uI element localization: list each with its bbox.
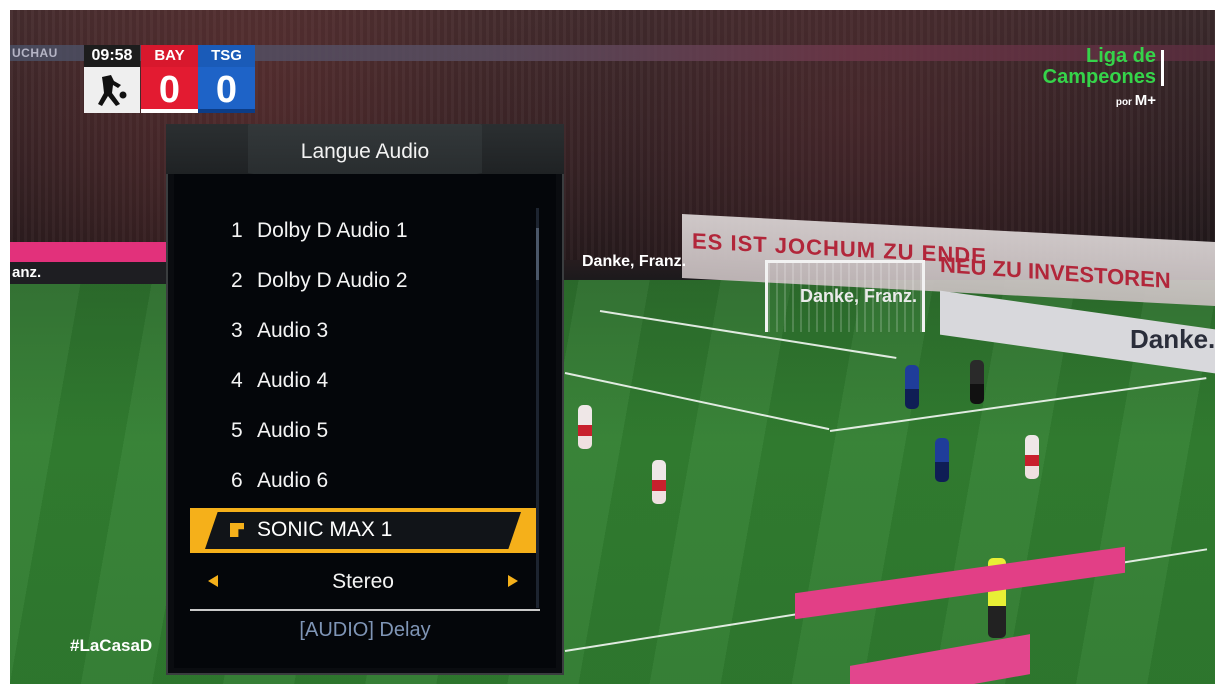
bundesliga-logo-icon	[84, 67, 140, 113]
pink-ad-board-left	[10, 242, 170, 262]
ad-board-text: anz.	[12, 264, 42, 281]
channel-provider-por: por	[1115, 97, 1132, 108]
match-clock: 09:58	[84, 45, 140, 67]
channel-provider: por M+	[1018, 92, 1168, 109]
goalkeeper	[905, 365, 919, 409]
player	[935, 438, 949, 482]
channel-provider-brand: M+	[1134, 92, 1156, 109]
audio-track-number: 6	[231, 469, 243, 492]
danke-board-right: Danke.	[1130, 324, 1215, 354]
audio-track-number: 1	[231, 219, 243, 242]
home-team-abbr: BAY	[141, 45, 198, 67]
audio-track-label: Audio 4	[257, 369, 329, 392]
audio-track-item-4[interactable]: 4 Audio 4	[231, 366, 531, 396]
danke-franz-board-left: Danke, Franz.	[582, 253, 687, 270]
audio-mode-selector[interactable]: Stereo	[190, 566, 536, 598]
audio-track-label: Audio 3	[257, 319, 329, 342]
audio-track-label: Audio 5	[257, 419, 329, 442]
hashtag-overlay: #LaCasaD	[70, 636, 153, 655]
arrow-left-icon[interactable]	[208, 575, 218, 587]
audio-mode-value: Stereo	[332, 570, 394, 593]
home-team-score: 0	[141, 67, 198, 113]
audio-track-item-1[interactable]: 1 Dolby D Audio 1	[231, 216, 531, 246]
danke-franz-board-goal: Danke, Franz.	[800, 286, 918, 306]
audio-track-item-3[interactable]: 3 Audio 3	[231, 316, 531, 346]
player	[970, 360, 984, 404]
channel-logo-bar	[1161, 50, 1164, 86]
audio-track-label: Dolby D Audio 2	[257, 269, 408, 292]
player	[578, 405, 592, 449]
arrow-right-icon[interactable]	[508, 575, 518, 587]
dialog-title: Langue Audio	[300, 140, 430, 163]
audio-track-number: 2	[231, 269, 243, 292]
home-team: BAY 0	[141, 45, 198, 113]
scrollbar-thumb[interactable]	[536, 228, 539, 280]
dark-ad-board-left: anz.	[10, 262, 170, 284]
channel-name-line2: Campeones	[1042, 66, 1156, 88]
dialog-divider	[190, 609, 540, 611]
upper-ad-text: UCHAU	[12, 46, 58, 60]
audio-track-number: 4	[231, 369, 243, 392]
channel-name-line1: Liga de	[1085, 45, 1156, 67]
audio-track-number: 5	[231, 419, 243, 442]
audio-delay-hint[interactable]: [AUDIO] Delay	[190, 616, 540, 644]
away-team-score: 0	[198, 67, 255, 113]
player	[652, 460, 666, 504]
audio-track-label: Dolby D Audio 1	[257, 219, 408, 242]
away-team-abbr: TSG	[198, 45, 255, 67]
audio-track-item-6[interactable]: 6 Audio 6	[231, 466, 531, 496]
channel-logo: Liga de Campeones por M+	[1018, 46, 1168, 109]
selected-audio-track-label: SONIC MAX 1	[257, 518, 393, 541]
audio-track-label: Audio 6	[257, 469, 329, 492]
away-team: TSG 0	[198, 45, 255, 113]
audio-track-item-5[interactable]: 5 Audio 5	[231, 416, 531, 446]
audio-track-item-2[interactable]: 2 Dolby D Audio 2	[231, 266, 531, 296]
audio-track-number: 3	[231, 319, 243, 342]
player	[1025, 435, 1039, 479]
